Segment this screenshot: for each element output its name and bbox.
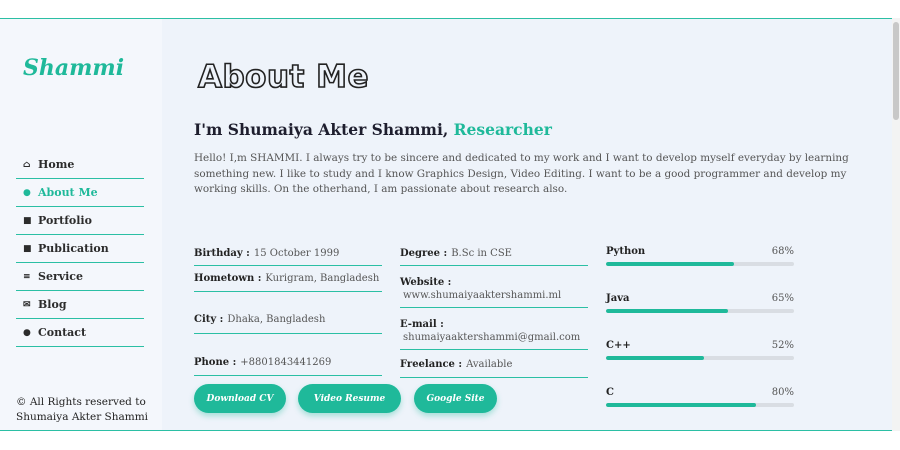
sidebar-item-label: Service (38, 270, 84, 283)
info-phone: Phone : +8801843441269 (194, 334, 382, 376)
scrollbar-thumb[interactable] (893, 22, 899, 120)
info-label: Website : (400, 277, 452, 288)
info-value: Kurigram, Bangladesh (265, 273, 380, 284)
info-hometown: Hometown : Kurigram, Bangladesh (194, 266, 382, 292)
briefcase-icon: ■ (23, 243, 32, 254)
video-resume-button[interactable]: Video Resume (298, 384, 401, 413)
user-icon: ● (23, 187, 31, 198)
sidebar-item-label: Publication (38, 242, 109, 255)
copyright-name: Shumaiya Akter Shammi (16, 411, 149, 423)
info-value: B.Sc in CSE (451, 248, 512, 259)
sidebar-item-label: Contact (38, 326, 87, 339)
website-link[interactable]: www.shumaiyaaktershammi.ml (400, 290, 561, 301)
skill-name: C (606, 387, 614, 398)
skill-name: Python (606, 246, 646, 257)
bio-text: Hello! I,m SHAMMI. I always try to be si… (194, 152, 849, 195)
copyright: © All Rights reserved to Shumaiya Akter … (16, 395, 148, 425)
info-value: Dhaka, Bangladesh (227, 314, 326, 325)
sidebar-item-publication[interactable]: ■ Publication (16, 235, 144, 263)
info-label: Hometown : (194, 273, 262, 284)
skill-name: C++ (606, 340, 631, 351)
info-birthday: Birthday : 15 October 1999 (194, 226, 382, 266)
intro-heading: I'm Shumaiya Akter Shammi, Researcher (194, 120, 552, 139)
briefcase-icon: ■ (23, 215, 32, 226)
skill-cpp: C++ 52% (606, 340, 794, 370)
info-freelance: Freelance : Available (400, 350, 588, 378)
sidebar-item-blog[interactable]: ✉ Blog (16, 291, 144, 319)
page-title: About Me (197, 58, 370, 96)
info-label: City : (194, 314, 224, 325)
info-label: Phone : (194, 357, 237, 368)
skill-bar-fill (606, 262, 734, 266)
sidebar-item-home[interactable]: ⌂ Home (16, 151, 144, 179)
info-column-right: Degree : B.Sc in CSE Website : www.shuma… (400, 226, 588, 378)
home-icon: ⌂ (23, 159, 31, 170)
sidebar-item-label: Home (38, 158, 75, 171)
skill-bar-fill (606, 403, 757, 407)
copyright-line: © All Rights reserved to (16, 396, 146, 408)
chat-icon: ● (23, 327, 31, 338)
envelope-icon: ✉ (23, 299, 31, 310)
skill-bar (606, 403, 794, 407)
brand-logo[interactable]: Shammi (23, 55, 124, 81)
google-site-button[interactable]: Google Site (414, 384, 497, 413)
download-cv-button[interactable]: Download CV (194, 384, 286, 413)
skill-percent: 68% (771, 246, 794, 257)
skill-percent: 52% (771, 340, 794, 351)
page-frame: Shammi ⌂ Home ● About Me ■ Portfolio ■ P… (0, 18, 892, 431)
skill-percent: 65% (771, 293, 794, 304)
skill-bar (606, 262, 794, 266)
skill-python: Python 68% (606, 246, 794, 276)
intro-role: Researcher (453, 120, 552, 139)
sidebar-item-label: Blog (38, 298, 67, 311)
skill-c: C 80% (606, 387, 794, 417)
sidebar-item-portfolio[interactable]: ■ Portfolio (16, 207, 144, 235)
email-link[interactable]: shumaiyaaktershammi@gmail.com (400, 332, 580, 343)
info-value: Available (466, 359, 513, 370)
info-value: +8801843441269 (240, 357, 332, 368)
info-label: Birthday : (194, 248, 250, 259)
skill-bar-fill (606, 309, 729, 313)
scrollbar[interactable] (892, 18, 900, 431)
sidebar: Shammi ⌂ Home ● About Me ■ Portfolio ■ P… (0, 19, 162, 430)
skill-bar (606, 356, 794, 360)
skill-name: Java (606, 293, 630, 304)
list-icon: ≡ (23, 271, 31, 282)
info-degree: Degree : B.Sc in CSE (400, 226, 588, 266)
skill-bar-fill (606, 356, 704, 360)
info-label: Freelance : (400, 359, 463, 370)
info-value: 15 October 1999 (253, 248, 340, 259)
main-content: About Me I'm Shumaiya Akter Shammi, Rese… (162, 19, 892, 430)
intro-name: I'm Shumaiya Akter Shammi, (194, 120, 454, 139)
info-city: City : Dhaka, Bangladesh (194, 292, 382, 334)
sidebar-item-about-me[interactable]: ● About Me (16, 179, 144, 207)
sidebar-item-contact[interactable]: ● Contact (16, 319, 144, 347)
sidebar-item-service[interactable]: ≡ Service (16, 263, 144, 291)
skill-percent: 80% (771, 387, 794, 398)
sidebar-item-label: Portfolio (38, 214, 92, 227)
skill-bar (606, 309, 794, 313)
sidebar-item-label: About Me (38, 186, 98, 199)
sidebar-nav: ⌂ Home ● About Me ■ Portfolio ■ Publicat… (16, 151, 144, 347)
info-email: E-mail : shumaiyaaktershammi@gmail.com (400, 308, 588, 350)
skill-java: Java 65% (606, 293, 794, 323)
info-label: Degree : (400, 248, 448, 259)
info-column-left: Birthday : 15 October 1999 Hometown : Ku… (194, 226, 382, 376)
info-label: E-mail : (400, 319, 444, 330)
info-website: Website : www.shumaiyaaktershammi.ml (400, 266, 588, 308)
